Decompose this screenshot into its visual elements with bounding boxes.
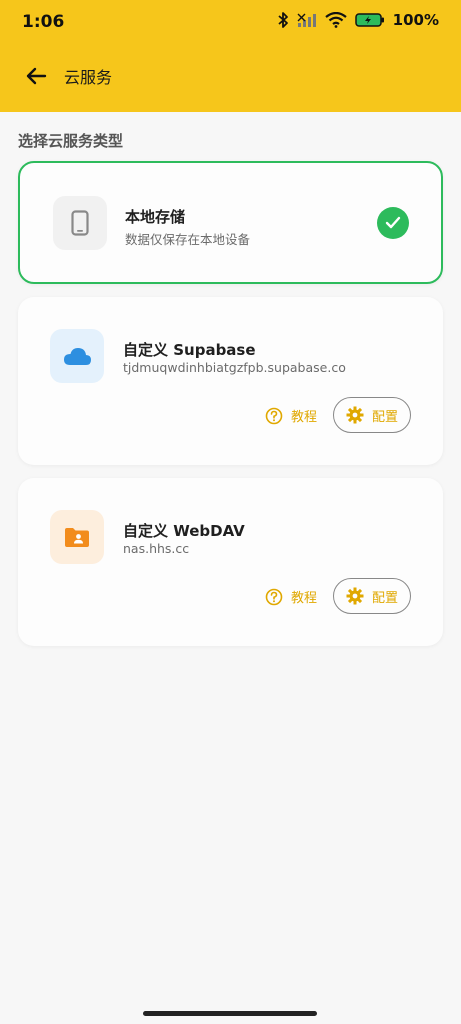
help-circle-icon: [265, 588, 283, 605]
battery-percent: 100%: [392, 11, 439, 29]
page-title: 云服务: [64, 68, 113, 87]
card-subtitle: tjdmuqwdinhbiatgzfpb.supabase.co: [123, 360, 346, 375]
wifi-icon: [324, 12, 347, 28]
option-card-supabase[interactable]: 自定义 Supabase tjdmuqwdinhbiatgzfpb.supaba…: [18, 297, 443, 465]
phone-icon: [71, 210, 89, 236]
cloud-icon: [64, 348, 91, 365]
arrow-left-icon: [26, 67, 47, 85]
card-title: 自定义 Supabase: [123, 341, 256, 359]
status-time: 1:06: [22, 12, 65, 32]
status-bar: 1:06 100%: [0, 0, 461, 44]
home-indicator[interactable]: [143, 1011, 317, 1016]
config-label: 配置: [371, 409, 398, 425]
help-circle-icon: [265, 407, 283, 424]
status-icons: 100%: [277, 11, 439, 29]
card-title: 本地存储: [125, 208, 186, 226]
gear-icon: [346, 406, 364, 424]
signal-icon: [297, 13, 316, 27]
config-label: 配置: [371, 590, 398, 606]
selected-check-icon: [377, 207, 409, 239]
local-icon-tile: [53, 196, 107, 250]
tutorial-label: 教程: [291, 410, 318, 425]
tutorial-link[interactable]: 教程: [265, 587, 317, 606]
toolbar: 云服务: [0, 52, 461, 100]
card-title: 自定义 WebDAV: [123, 522, 245, 540]
config-button[interactable]: 配置: [333, 578, 411, 614]
battery-icon: [354, 13, 384, 27]
card-subtitle: nas.hhs.cc: [123, 541, 190, 556]
option-card-local-storage[interactable]: 本地存储 数据仅保存在本地设备: [18, 161, 443, 284]
card-subtitle: 数据仅保存在本地设备: [125, 232, 251, 247]
config-button[interactable]: 配置: [333, 397, 411, 433]
option-card-webdav[interactable]: 自定义 WebDAV nas.hhs.cc 教程 配置: [18, 478, 443, 646]
supabase-icon-tile: [50, 329, 104, 383]
bluetooth-icon: [278, 12, 288, 28]
webdav-icon-tile: [50, 510, 104, 564]
tutorial-link[interactable]: 教程: [265, 406, 317, 425]
app-header: 1:06 100% 云服务: [0, 0, 461, 112]
folder-user-icon: [65, 528, 89, 547]
tutorial-label: 教程: [291, 591, 318, 606]
back-button[interactable]: [20, 60, 52, 92]
section-label: 选择云服务类型: [18, 132, 124, 150]
gear-icon: [346, 587, 364, 605]
